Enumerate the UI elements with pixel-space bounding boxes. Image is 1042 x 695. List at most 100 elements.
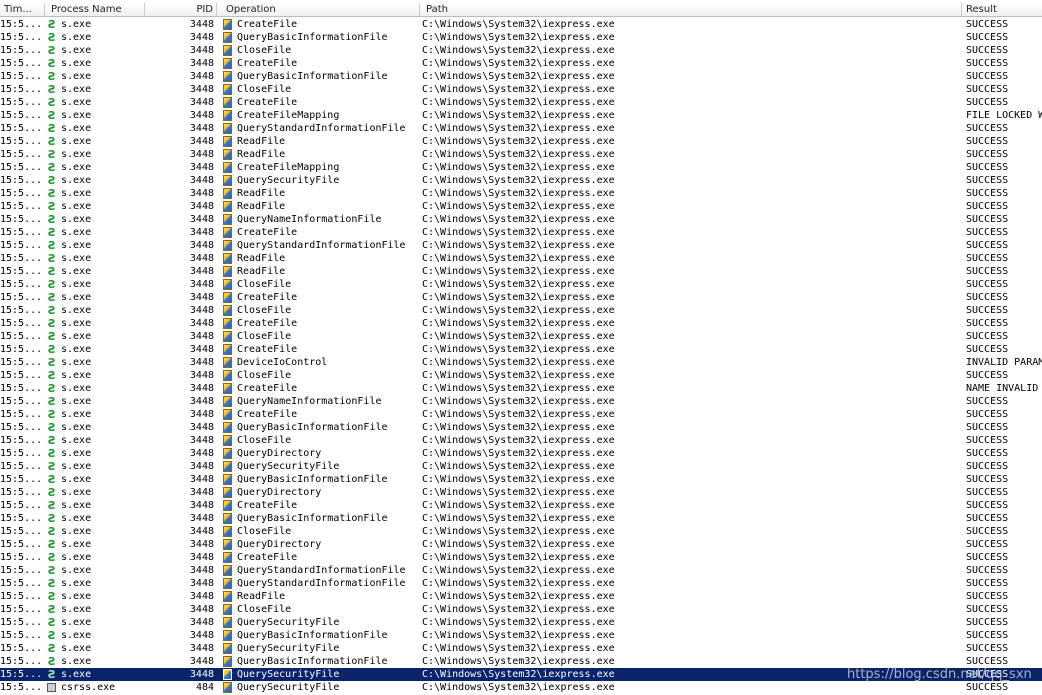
time-cell: 15:5... [0, 32, 43, 43]
process-icon: Ƨ [48, 603, 56, 616]
pid-cell: 3448 [189, 383, 214, 394]
column-header-operation[interactable]: Operation [217, 3, 420, 16]
path-cell: C:\Windows\System32\iexpress.exe [422, 136, 615, 147]
pid-cell: 3448 [189, 279, 214, 290]
table-row[interactable]: 15:5... Ƨs.exe 3448 CloseFile C:\Windows\Sys… [0, 83, 1042, 96]
column-header-process-name[interactable]: Process Name [45, 3, 145, 16]
table-row[interactable]: 15:5... Ƨs.exe 3448 CreateFile C:\Windows\Sy… [0, 408, 1042, 421]
table-row[interactable]: 15:5... Ƨs.exe 3448 QueryBasicInformationFi… [0, 629, 1042, 642]
table-row[interactable]: 15:5... Ƨs.exe 3448 QueryBasicInformationFi… [0, 512, 1042, 525]
table-row[interactable]: 15:5... Ƨs.exe 3448 QueryBasicInformationFi… [0, 421, 1042, 434]
time-cell: 15:5... [0, 227, 43, 238]
operation-cell: CloseFile [237, 305, 292, 316]
process-name-cell: s.exe [61, 474, 92, 485]
table-row[interactable]: 15:5... Ƨs.exe 3448 QueryDirectory C:\Window… [0, 538, 1042, 551]
column-header-result[interactable]: Result [962, 3, 1042, 16]
path-cell: C:\Windows\System32\iexpress.exe [422, 175, 615, 186]
table-row[interactable]: 15:5... Ƨs.exe 3448 CreateFile C:\Windows\Sy… [0, 499, 1042, 512]
table-row[interactable]: 15:5... Ƨs.exe 3448 CloseFile C:\Windows\Sys… [0, 434, 1042, 447]
table-row[interactable]: 15:5... Ƨs.exe 3448 CloseFile C:\Windows\Sys… [0, 525, 1042, 538]
path-cell: C:\Windows\System32\iexpress.exe [422, 435, 615, 446]
process-icon: Ƨ [46, 96, 59, 109]
column-header-path[interactable]: Path [420, 3, 962, 16]
table-row[interactable]: 15:5... Ƨs.exe 3448 ReadFile C:\Windows\Syst… [0, 148, 1042, 161]
table-row[interactable]: 15:5... Ƨs.exe 3448 DeviceIoControl C:\Windo… [0, 356, 1042, 369]
table-row[interactable]: 15:5... Ƨs.exe 3448 QuerySecurityFile C:\Win… [0, 642, 1042, 655]
process-icon: Ƨ [48, 447, 56, 460]
operation-cell: CloseFile [237, 604, 292, 615]
table-row[interactable]: 15:5... Ƨs.exe 3448 CreateFile C:\Windows\Sy… [0, 382, 1042, 395]
path-cell: C:\Windows\System32\iexpress.exe [422, 279, 615, 290]
path-cell: C:\Windows\System32\iexpress.exe [422, 617, 615, 628]
result-cell: SUCCESS [966, 500, 1009, 511]
file-system-icon [223, 643, 232, 654]
table-row[interactable]: 15:5... Ƨs.exe 3448 QuerySecurityFile C:\Win… [0, 460, 1042, 473]
table-row[interactable]: 15:5... Ƨs.exe 3448 CreateFile C:\Windows\Sy… [0, 551, 1042, 564]
table-row[interactable]: 15:5... Ƨs.exe 3448 QueryDirectory C:\Window… [0, 447, 1042, 460]
pid-cell: 3448 [189, 435, 214, 446]
table-row[interactable]: 15:5... Ƨs.exe 3448 CreateFileMapping C:\Win… [0, 161, 1042, 174]
table-row[interactable]: 15:5... Ƨs.exe 3448 CloseFile C:\Windows\Sys… [0, 44, 1042, 57]
process-name-cell: s.exe [61, 552, 92, 563]
table-row[interactable]: 15:5... Ƨs.exe 3448 ReadFile C:\Windows\Syst… [0, 590, 1042, 603]
table-row[interactable]: 15:5... Ƨs.exe 3448 QueryStandardInformatio… [0, 577, 1042, 590]
table-row[interactable]: 15:5... Ƨs.exe 3448 CreateFile C:\Windows\Sy… [0, 226, 1042, 239]
table-row[interactable]: 15:5... Ƨs.exe 3448 ReadFile C:\Windows\Syst… [0, 252, 1042, 265]
table-row[interactable]: 15:5... Ƨs.exe 3448 CreateFile C:\Windows\Sy… [0, 291, 1042, 304]
table-row[interactable]: 15:5... Ƨs.exe 3448 CreateFile C:\Windows\Sy… [0, 96, 1042, 109]
table-row[interactable]: 15:5... Ƨs.exe 3448 CloseFile C:\Windows\Sys… [0, 369, 1042, 382]
table-row[interactable]: 15:5... Ƨs.exe 3448 CloseFile C:\Windows\Sys… [0, 330, 1042, 343]
table-row[interactable]: 15:5... Ƨs.exe 3448 QuerySecurityFile C:\Win… [0, 174, 1042, 187]
file-system-icon-cell [222, 213, 234, 226]
table-row[interactable]: 15:5... Ƨs.exe 3448 QueryNameInformationFil… [0, 213, 1042, 226]
table-row[interactable]: 15:5... Ƨs.exe 3448 QueryStandardInformatio… [0, 564, 1042, 577]
table-row[interactable]: 15:5... Ƨs.exe 3448 CloseFile C:\Windows\Sys… [0, 304, 1042, 317]
table-row[interactable]: 15:5... Ƨs.exe 3448 CloseFile C:\Windows\Sys… [0, 278, 1042, 291]
file-system-icon [223, 513, 232, 524]
process-icon: Ƨ [48, 83, 56, 96]
result-cell: SUCCESS [966, 201, 1009, 212]
table-row[interactable]: 15:5... Ƨs.exe 3448 QueryStandardInformatio… [0, 239, 1042, 252]
table-row[interactable]: 15:5... Ƨs.exe 3448 CreateFile C:\Windows\Sy… [0, 317, 1042, 330]
table-row[interactable]: 15:5... Ƨs.exe 3448 CreateFileMapping C:\Win… [0, 109, 1042, 122]
process-icon: Ƨ [46, 239, 59, 252]
file-system-icon-cell [222, 135, 234, 148]
result-cell: SUCCESS [966, 448, 1009, 459]
table-row[interactable]: 15:5... Ƨs.exe 3448 QueryBasicInformationFi… [0, 70, 1042, 83]
table-row[interactable]: 15:5... Ƨs.exe 3448 QueryNameInformationFil… [0, 395, 1042, 408]
table-row[interactable]: 15:5... Ƨs.exe 3448 ReadFile C:\Windows\Syst… [0, 135, 1042, 148]
result-cell: SUCCESS [966, 45, 1009, 56]
result-cell: SUCCESS [966, 84, 1009, 95]
time-cell: 15:5... [0, 578, 43, 589]
process-icon: Ƨ [46, 135, 59, 148]
table-row[interactable]: 15:5... Ƨs.exe 3448 ReadFile C:\Windows\Syst… [0, 265, 1042, 278]
table-row[interactable]: 15:5... Ƨs.exe 3448 CreateFile C:\Windows\Sy… [0, 343, 1042, 356]
result-cell: NAME INVALID [966, 383, 1039, 394]
table-row[interactable]: 15:5... Ƨs.exe 3448 QueryStandardInformatio… [0, 122, 1042, 135]
file-system-icon-cell [222, 356, 234, 369]
table-row[interactable]: 15:5... csrss.exe 484 QuerySecurityFile C:\W… [0, 681, 1042, 694]
file-system-icon [223, 162, 232, 173]
path-cell: C:\Windows\System32\iexpress.exe [422, 292, 615, 303]
file-system-icon [223, 617, 232, 628]
column-header-pid[interactable]: PID [145, 3, 217, 16]
table-row[interactable]: 15:5... Ƨs.exe 3448 CloseFile C:\Windows\Sys… [0, 603, 1042, 616]
process-icon: Ƨ [46, 473, 59, 486]
table-row[interactable]: 15:5... Ƨs.exe 3448 CreateFile C:\Windows\Sy… [0, 57, 1042, 70]
process-icon: Ƨ [46, 291, 59, 304]
table-row[interactable]: 15:5... Ƨs.exe 3448 QuerySecurityFile C:\Win… [0, 616, 1042, 629]
process-icon: Ƨ [48, 122, 56, 135]
file-system-icon-cell [222, 629, 234, 642]
file-system-icon [223, 409, 232, 420]
column-header-time[interactable]: Tim... [0, 3, 45, 16]
table-row[interactable]: 15:5... Ƨs.exe 3448 QueryDirectory C:\Window… [0, 486, 1042, 499]
table-row[interactable]: 15:5... Ƨs.exe 3448 QueryBasicInformationFi… [0, 473, 1042, 486]
table-row[interactable]: 15:5... Ƨs.exe 3448 CreateFile C:\Windows\Sy… [0, 18, 1042, 31]
table-row[interactable]: 15:5... Ƨs.exe 3448 ReadFile C:\Windows\Syst… [0, 187, 1042, 200]
operation-cell: QuerySecurityFile [237, 175, 340, 186]
table-row[interactable]: 15:5... Ƨs.exe 3448 ReadFile C:\Windows\Syst… [0, 200, 1042, 213]
table-row[interactable]: 15:5... Ƨs.exe 3448 QueryBasicInformationFi… [0, 31, 1042, 44]
operation-cell: QueryBasicInformationFile [237, 656, 388, 667]
file-system-icon-cell [222, 83, 234, 96]
path-cell: C:\Windows\System32\iexpress.exe [422, 474, 615, 485]
